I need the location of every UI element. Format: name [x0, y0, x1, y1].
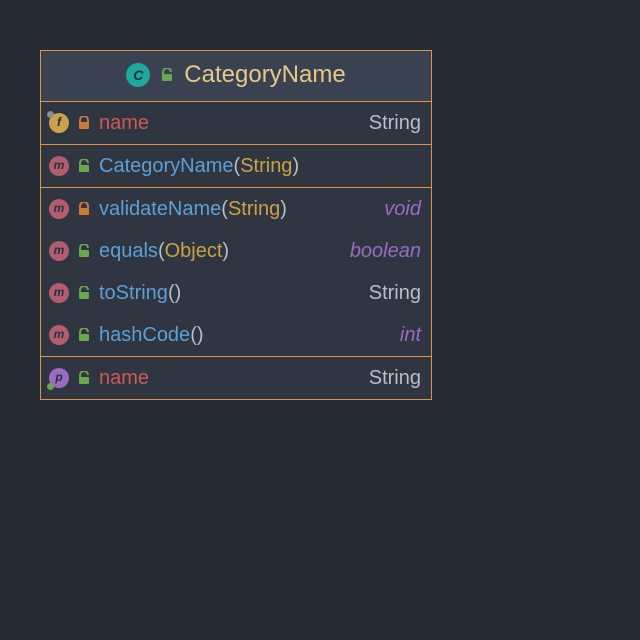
method-icon: m — [49, 241, 69, 261]
member-name: toString() — [99, 277, 181, 309]
class-title: CategoryName — [184, 61, 345, 89]
method-icon: m — [49, 325, 69, 345]
member-section: f name String — [41, 102, 431, 145]
member-name: CategoryName(String) — [99, 150, 299, 182]
class-icon: C — [126, 63, 150, 87]
member-row[interactable]: m validateName(String) void — [41, 188, 431, 230]
member-name: name — [99, 107, 149, 139]
return-type: String — [369, 362, 421, 394]
member-row[interactable]: m toString() String — [41, 272, 431, 314]
lock-open-icon — [77, 286, 91, 300]
member-row[interactable]: m equals(Object) boolean — [41, 230, 431, 272]
property-icon: p — [49, 368, 69, 388]
lock-open-icon — [77, 159, 91, 173]
visibility-icon — [160, 68, 174, 82]
return-type: int — [400, 319, 421, 351]
lock-open-icon — [77, 244, 91, 258]
field-icon: f — [49, 113, 69, 133]
return-type: void — [384, 193, 421, 225]
member-row[interactable]: m CategoryName(String) — [41, 145, 431, 187]
return-type: String — [369, 107, 421, 139]
member-name: validateName(String) — [99, 193, 287, 225]
method-icon: m — [49, 156, 69, 176]
member-name: hashCode() — [99, 319, 204, 351]
lock-closed-icon — [77, 116, 91, 130]
lock-open-icon — [77, 371, 91, 385]
member-row[interactable]: p name String — [41, 357, 431, 399]
member-name: equals(Object) — [99, 235, 229, 267]
return-type: String — [369, 277, 421, 309]
method-icon: m — [49, 199, 69, 219]
member-name: name — [99, 362, 149, 394]
member-section: m validateName(String) void m equals(Object)… — [41, 188, 431, 357]
member-section: p name String — [41, 357, 431, 399]
member-row[interactable]: f name String — [41, 102, 431, 144]
class-header: C CategoryName — [41, 51, 431, 102]
lock-open-icon — [77, 328, 91, 342]
lock-closed-icon — [77, 202, 91, 216]
return-type: boolean — [350, 235, 421, 267]
class-diagram: C CategoryName f name String m CategoryName(… — [40, 50, 432, 400]
method-icon: m — [49, 283, 69, 303]
member-row[interactable]: m hashCode() int — [41, 314, 431, 356]
member-section: m CategoryName(String) — [41, 145, 431, 188]
